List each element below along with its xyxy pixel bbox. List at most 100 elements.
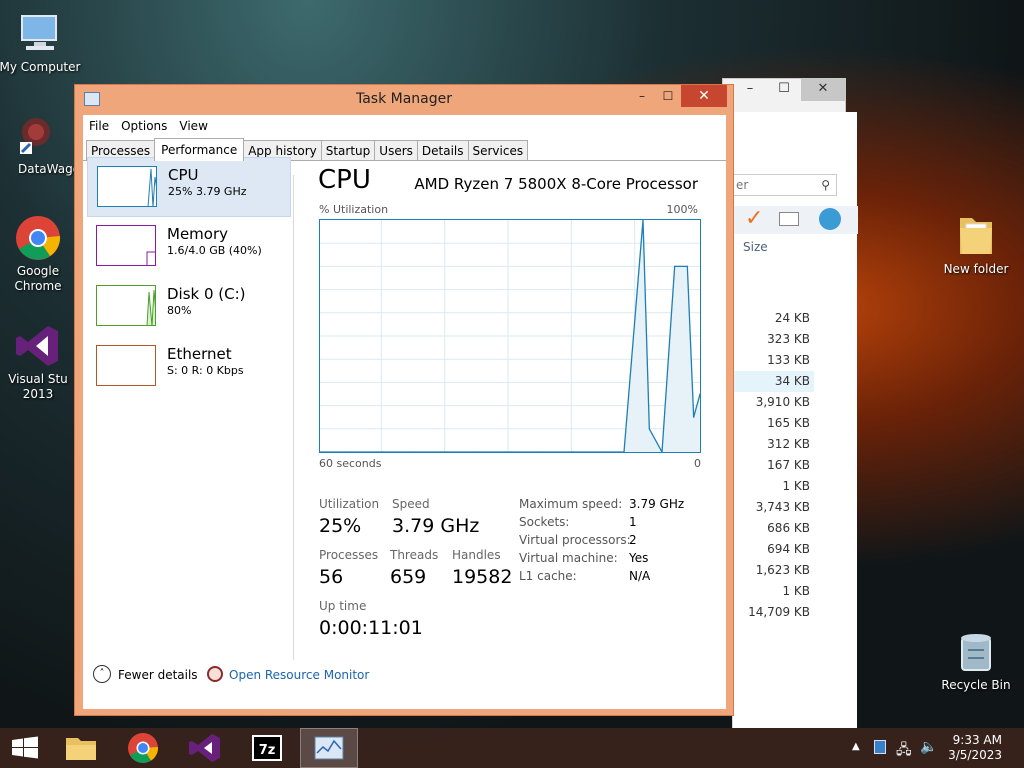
desktop-icon-visual-studio[interactable]: Visual Stu 2013 [0,322,80,402]
tab-performance[interactable]: Performance [154,138,245,161]
menu-file[interactable]: File [83,115,115,137]
menu-view[interactable]: View [173,115,213,137]
resource-monitor-icon[interactable] [207,666,223,682]
desktop-icon-new-folder[interactable]: New folder [934,212,1018,277]
desktop-icon-google-chrome[interactable]: Google Chrome [0,214,80,294]
volume-icon[interactable]: 🔈 [920,739,937,755]
sidebar-item-disk[interactable]: Disk 0 (C:) 80% [87,277,291,337]
ethernet-thumbnail [96,345,156,386]
search-placeholder: er [736,178,749,192]
close-icon[interactable]: ✕ [681,85,727,107]
clock-time: 9:33 AM [952,733,1002,747]
folder-icon [952,212,1000,260]
taskbar-file-explorer[interactable] [52,728,110,768]
sidebar-divider [293,175,294,660]
file-size-cell[interactable]: 1 KB [734,581,814,602]
file-size-cell[interactable]: 686 KB [734,518,814,539]
maximize-icon[interactable]: ☐ [655,85,681,107]
app-icon[interactable] [819,208,841,230]
file-size-cell[interactable]: 3,910 KB [734,392,814,413]
speed-label: Speed [392,497,430,511]
action-center-icon[interactable] [874,740,886,754]
taskbar-visual-studio[interactable] [176,728,234,768]
chevron-up-icon[interactable]: ▲ [852,741,860,752]
detail-label: Virtual processors: [519,533,631,547]
search-icon[interactable]: ⚲ [821,175,830,195]
desktop-icon-my-computer[interactable]: My Computer [0,10,82,75]
checkmark-icon[interactable]: ✓ [745,206,763,231]
file-size-cell[interactable]: 34 KB [734,371,814,392]
speed-value: 3.79 GHz [392,515,480,537]
desktop-icon-datawago[interactable]: DataWago [0,112,81,177]
file-size-cell[interactable]: 1 KB [734,476,814,497]
uptime-value: 0:00:11:01 [319,617,423,639]
file-size-cell[interactable]: 3,743 KB [734,497,814,518]
detail-label: Sockets: [519,515,570,529]
desktop-icon-recycle-bin[interactable]: Recycle Bin [934,628,1018,693]
visual-studio-icon [189,734,220,762]
performance-sidebar: CPU 25% 3.79 GHz Memory 1.6/4.0 GB (40%)… [83,157,293,661]
sidebar-item-label: Ethernet [167,345,232,363]
sidebar-item-sub: S: 0 R: 0 Kbps [167,364,244,377]
file-size-cell[interactable]: 1,623 KB [734,560,814,581]
memory-thumbnail [96,225,156,266]
tab-users[interactable]: Users [374,140,418,161]
fewer-details-link[interactable]: Fewer details [118,668,198,682]
search-input[interactable]: er ⚲ [733,174,837,196]
file-size-cell[interactable]: 323 KB [734,329,814,350]
task-manager-window[interactable]: Task Manager – ☐ ✕ File Options View Pro… [74,84,734,716]
utilization-max-label: 100% [666,203,698,216]
minimize-icon[interactable]: – [629,85,655,107]
network-icon[interactable]: 🖧 [896,739,912,763]
start-button[interactable] [0,728,50,768]
detail-value: 2 [629,533,637,547]
cpu-data-point [686,265,688,267]
system-tray: ▲ 🖧 🔈 9:33 AM 3/5/2023 [834,728,1024,768]
utilization-label: Utilization [319,497,380,511]
sidebar-item-label: Disk 0 (C:) [167,285,246,303]
taskbar-chrome[interactable] [114,728,172,768]
desktop-icon-label: DataWago [18,162,81,176]
processor-name: AMD Ryzen 7 5800X 8-Core Processor [414,175,698,193]
utilization-axis-label: % Utilization [319,203,389,216]
handles-label: Handles [452,548,501,562]
minimize-icon[interactable]: – [733,79,767,101]
window-controls: – ☐ ✕ [733,79,845,101]
file-size-cell[interactable]: 165 KB [734,413,814,434]
file-size-cell[interactable]: 133 KB [734,350,814,371]
chrome-icon [14,214,62,262]
file-size-cell[interactable]: 167 KB [734,455,814,476]
sidebar-item-ethernet[interactable]: Ethernet S: 0 R: 0 Kbps [87,337,291,397]
clock[interactable]: 9:33 AM 3/5/2023 [942,733,1002,763]
detail-label: L1 cache: [519,569,577,583]
sidebar-item-sub: 25% 3.79 GHz [168,185,247,198]
handles-value: 19582 [452,566,513,588]
taskbar-task-manager[interactable] [300,728,358,768]
file-size-cell[interactable]: 24 KB [734,308,814,329]
threads-value: 659 [390,566,427,588]
size-column-header[interactable]: Size [743,240,768,254]
utilization-value: 25% [319,515,362,537]
sidebar-item-cpu[interactable]: CPU 25% 3.79 GHz [87,157,291,217]
open-resource-monitor-link[interactable]: Open Resource Monitor [229,668,369,682]
cpu-graph-svg [319,219,701,455]
tab-details[interactable]: Details [416,140,469,161]
file-size-cell[interactable]: 14,709 KB [734,602,814,623]
file-size-cell[interactable]: 694 KB [734,539,814,560]
chevron-up-icon[interactable]: ˄ [93,665,111,683]
disk-thumbnail [96,285,156,326]
tab-services[interactable]: Services [467,140,529,161]
maximize-icon[interactable]: ☐ [767,79,801,101]
background-window-back[interactable]: – ☐ ✕ [722,78,846,114]
desktop-icon-label: Google Chrome [14,264,62,293]
menu-options[interactable]: Options [115,115,173,137]
taskbar-7zip[interactable]: 7z [238,728,296,768]
threads-label: Threads [390,548,439,562]
tab-startup[interactable]: Startup [320,140,376,161]
file-size-cell[interactable]: 312 KB [734,434,814,455]
cpu-data-point [648,428,650,430]
file-size-list: 24 KB 323 KB 133 KB 34 KB 3,910 KB 165 KB 312 … [734,308,814,623]
properties-icon[interactable] [779,212,799,226]
sidebar-item-memory[interactable]: Memory 1.6/4.0 GB (40%) [87,217,291,277]
close-icon[interactable]: ✕ [801,79,845,101]
